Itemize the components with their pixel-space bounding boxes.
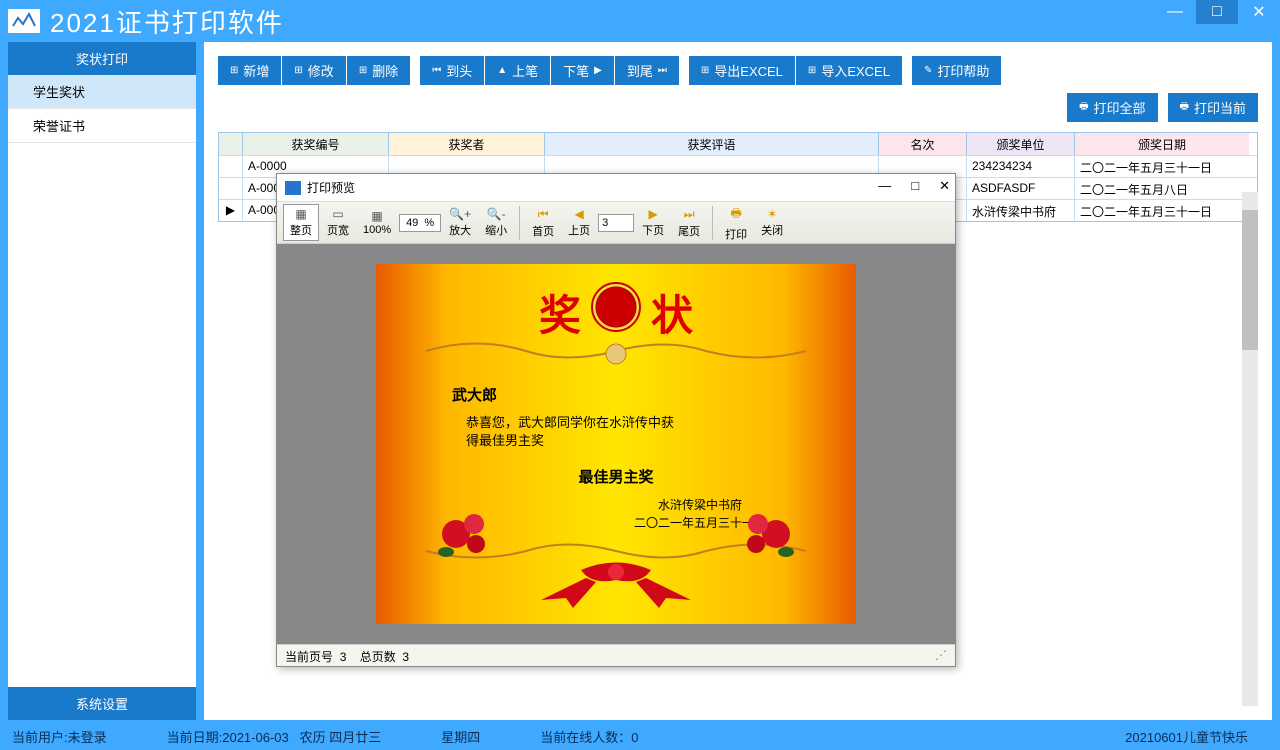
grid-header-name[interactable]: 获奖者 [389, 133, 545, 155]
edit-button[interactable]: ⊞修改 [282, 56, 345, 85]
preview-toolbar: ▦整页 ▭页宽 ▦100% 🔍+放大 🔍-缩小 ⏮首页 ◀上页 ▶下页 ⏭尾页 … [277, 202, 955, 244]
preview-logo-icon [285, 181, 301, 195]
status-bar: 当前用户:未登录 当前日期:2021-06-03 农历 四月廿三 星期四 当前在… [0, 722, 1280, 750]
close-preview-button[interactable]: ✶关闭 [755, 205, 789, 240]
help-icon: ✎ [924, 65, 932, 76]
zoom-100-button[interactable]: ▦100% [357, 207, 397, 238]
grid-header-comment[interactable]: 获奖评语 [545, 133, 879, 155]
grid-icon: ⊞ [359, 65, 367, 76]
first-icon: ⏮ [538, 207, 549, 222]
next-page-button[interactable]: ▶下页 [636, 205, 670, 240]
last-button[interactable]: 到尾⏭ [615, 56, 679, 85]
print-preview-window: 打印预览 — □ ✕ ▦整页 ▭页宽 ▦100% 🔍+放大 🔍-缩小 ⏮首页 ◀… [276, 173, 956, 667]
print-button[interactable]: 🖶打印 [719, 202, 753, 244]
certificate: 奖 状 武大郎 恭喜您，武大郎同学你在水浒传中获得最佳男主奖 最佳男主奖 水浒传… [376, 264, 856, 624]
printer-icon: 🖶 [730, 204, 741, 225]
prev-icon: ◀ [575, 207, 584, 221]
status-user: 当前用户:未登录 [12, 727, 107, 746]
grid-header-rank[interactable]: 名次 [879, 133, 967, 155]
whole-page-button[interactable]: ▦整页 [283, 204, 319, 241]
resize-grip-icon[interactable]: ⋰ [935, 648, 947, 663]
sidebar: 奖状打印 学生奖状 荣誉证书 系统设置 [8, 42, 196, 720]
minimize-button[interactable]: — [1154, 0, 1196, 24]
decoration-top [416, 334, 816, 368]
prev-button[interactable]: ▲上笔 [485, 56, 550, 85]
seal-icon [591, 282, 641, 332]
last-page-button[interactable]: ⏭尾页 [672, 205, 706, 241]
print-current-button[interactable]: 🖶打印当前 [1168, 93, 1258, 122]
last-icon: ⏭ [684, 207, 695, 222]
maximize-button[interactable]: □ [1196, 0, 1238, 24]
app-title: 2021证书打印软件 [50, 3, 284, 40]
preview-titlebar[interactable]: 打印预览 — □ ✕ [277, 174, 955, 202]
sidebar-header[interactable]: 奖状打印 [8, 42, 196, 75]
prev-icon: ▲ [497, 65, 507, 76]
next-icon: ▶ [594, 65, 602, 76]
prev-page-button[interactable]: ◀上页 [562, 205, 596, 240]
status-online: 当前在线人数：0 [540, 727, 638, 746]
zoomout-icon: 🔍- [487, 207, 506, 221]
cert-award: 最佳男主奖 [376, 466, 856, 487]
preview-statusbar: 当前页号 3 总页数 3 ⋰ [277, 644, 955, 666]
percent-icon: ▦ [371, 209, 382, 223]
flower-right-icon [736, 504, 796, 564]
zoom-input[interactable] [399, 214, 441, 232]
title-bar: 2021证书打印软件 — □ ✕ [0, 0, 1280, 42]
preview-maximize-button[interactable]: □ [911, 178, 919, 194]
new-button[interactable]: ⊞新增 [218, 56, 281, 85]
width-icon: ▭ [332, 207, 343, 221]
page-width-button[interactable]: ▭页宽 [321, 205, 355, 240]
zoom-in-button[interactable]: 🔍+放大 [443, 205, 477, 240]
close-button[interactable]: ✕ [1238, 0, 1280, 24]
grid-header-org[interactable]: 颁奖单位 [967, 133, 1075, 155]
preview-close-button[interactable]: ✕ [939, 178, 950, 194]
export-icon: ⊞ [701, 65, 709, 76]
import-icon: ⊞ [808, 65, 816, 76]
preview-title: 打印预览 [307, 179, 355, 196]
app-logo [8, 9, 40, 33]
status-date: 当前日期:2021-06-03 农历 四月廿三 [167, 727, 382, 746]
first-page-button[interactable]: ⏮首页 [526, 205, 560, 241]
vertical-scrollbar[interactable] [1242, 192, 1258, 706]
print-all-button[interactable]: 🖶打印全部 [1067, 93, 1157, 122]
flower-left-icon [436, 504, 496, 564]
preview-canvas[interactable]: 奖 状 武大郎 恭喜您，武大郎同学你在水浒传中获得最佳男主奖 最佳男主奖 水浒传… [277, 244, 955, 644]
page-input[interactable] [598, 214, 634, 232]
next-icon: ▶ [649, 207, 658, 221]
status-weekday: 星期四 [441, 727, 480, 746]
print-icon: 🖶 [1180, 99, 1189, 116]
cert-body: 恭喜您，武大郎同学你在水浒传中获得最佳男主奖 [466, 414, 686, 450]
last-icon: ⏭ [658, 65, 667, 76]
help-button[interactable]: ✎打印帮助 [912, 56, 1001, 85]
delete-button[interactable]: ⊞删除 [347, 56, 410, 85]
first-icon: ⏮ [432, 65, 441, 76]
close-icon: ✶ [767, 207, 777, 221]
status-message: 20210601儿童节快乐 [1125, 727, 1248, 746]
window-controls: — □ ✕ [1154, 0, 1280, 24]
sidebar-item-honor-cert[interactable]: 荣誉证书 [8, 109, 196, 143]
sidebar-settings[interactable]: 系统设置 [8, 687, 196, 720]
preview-minimize-button[interactable]: — [878, 178, 891, 194]
toolbar: ⊞新增 ⊞修改 ⊞删除 ⏮到头 ▲上笔 下笔▶ 到尾⏭ ⊞导出EXCEL ⊞导入… [218, 56, 1258, 85]
import-button[interactable]: ⊞导入EXCEL [796, 56, 902, 85]
sidebar-item-student-award[interactable]: 学生奖状 [8, 75, 196, 109]
print-icon: 🖶 [1079, 99, 1088, 116]
grid-header-date[interactable]: 颁奖日期 [1075, 133, 1249, 155]
zoom-out-button[interactable]: 🔍-缩小 [479, 205, 513, 240]
grid-icon: ⊞ [294, 65, 302, 76]
next-button[interactable]: 下笔▶ [551, 56, 614, 85]
grid-header-id[interactable]: 获奖编号 [243, 133, 389, 155]
ribbon-icon [511, 550, 721, 610]
grid-icon: ⊞ [230, 65, 238, 76]
cert-name: 武大郎 [452, 384, 497, 405]
page-icon: ▦ [295, 207, 306, 221]
export-button[interactable]: ⊞导出EXCEL [689, 56, 795, 85]
zoomin-icon: 🔍+ [449, 207, 471, 221]
grid-header-marker[interactable] [219, 133, 243, 155]
first-button[interactable]: ⏮到头 [420, 56, 484, 85]
